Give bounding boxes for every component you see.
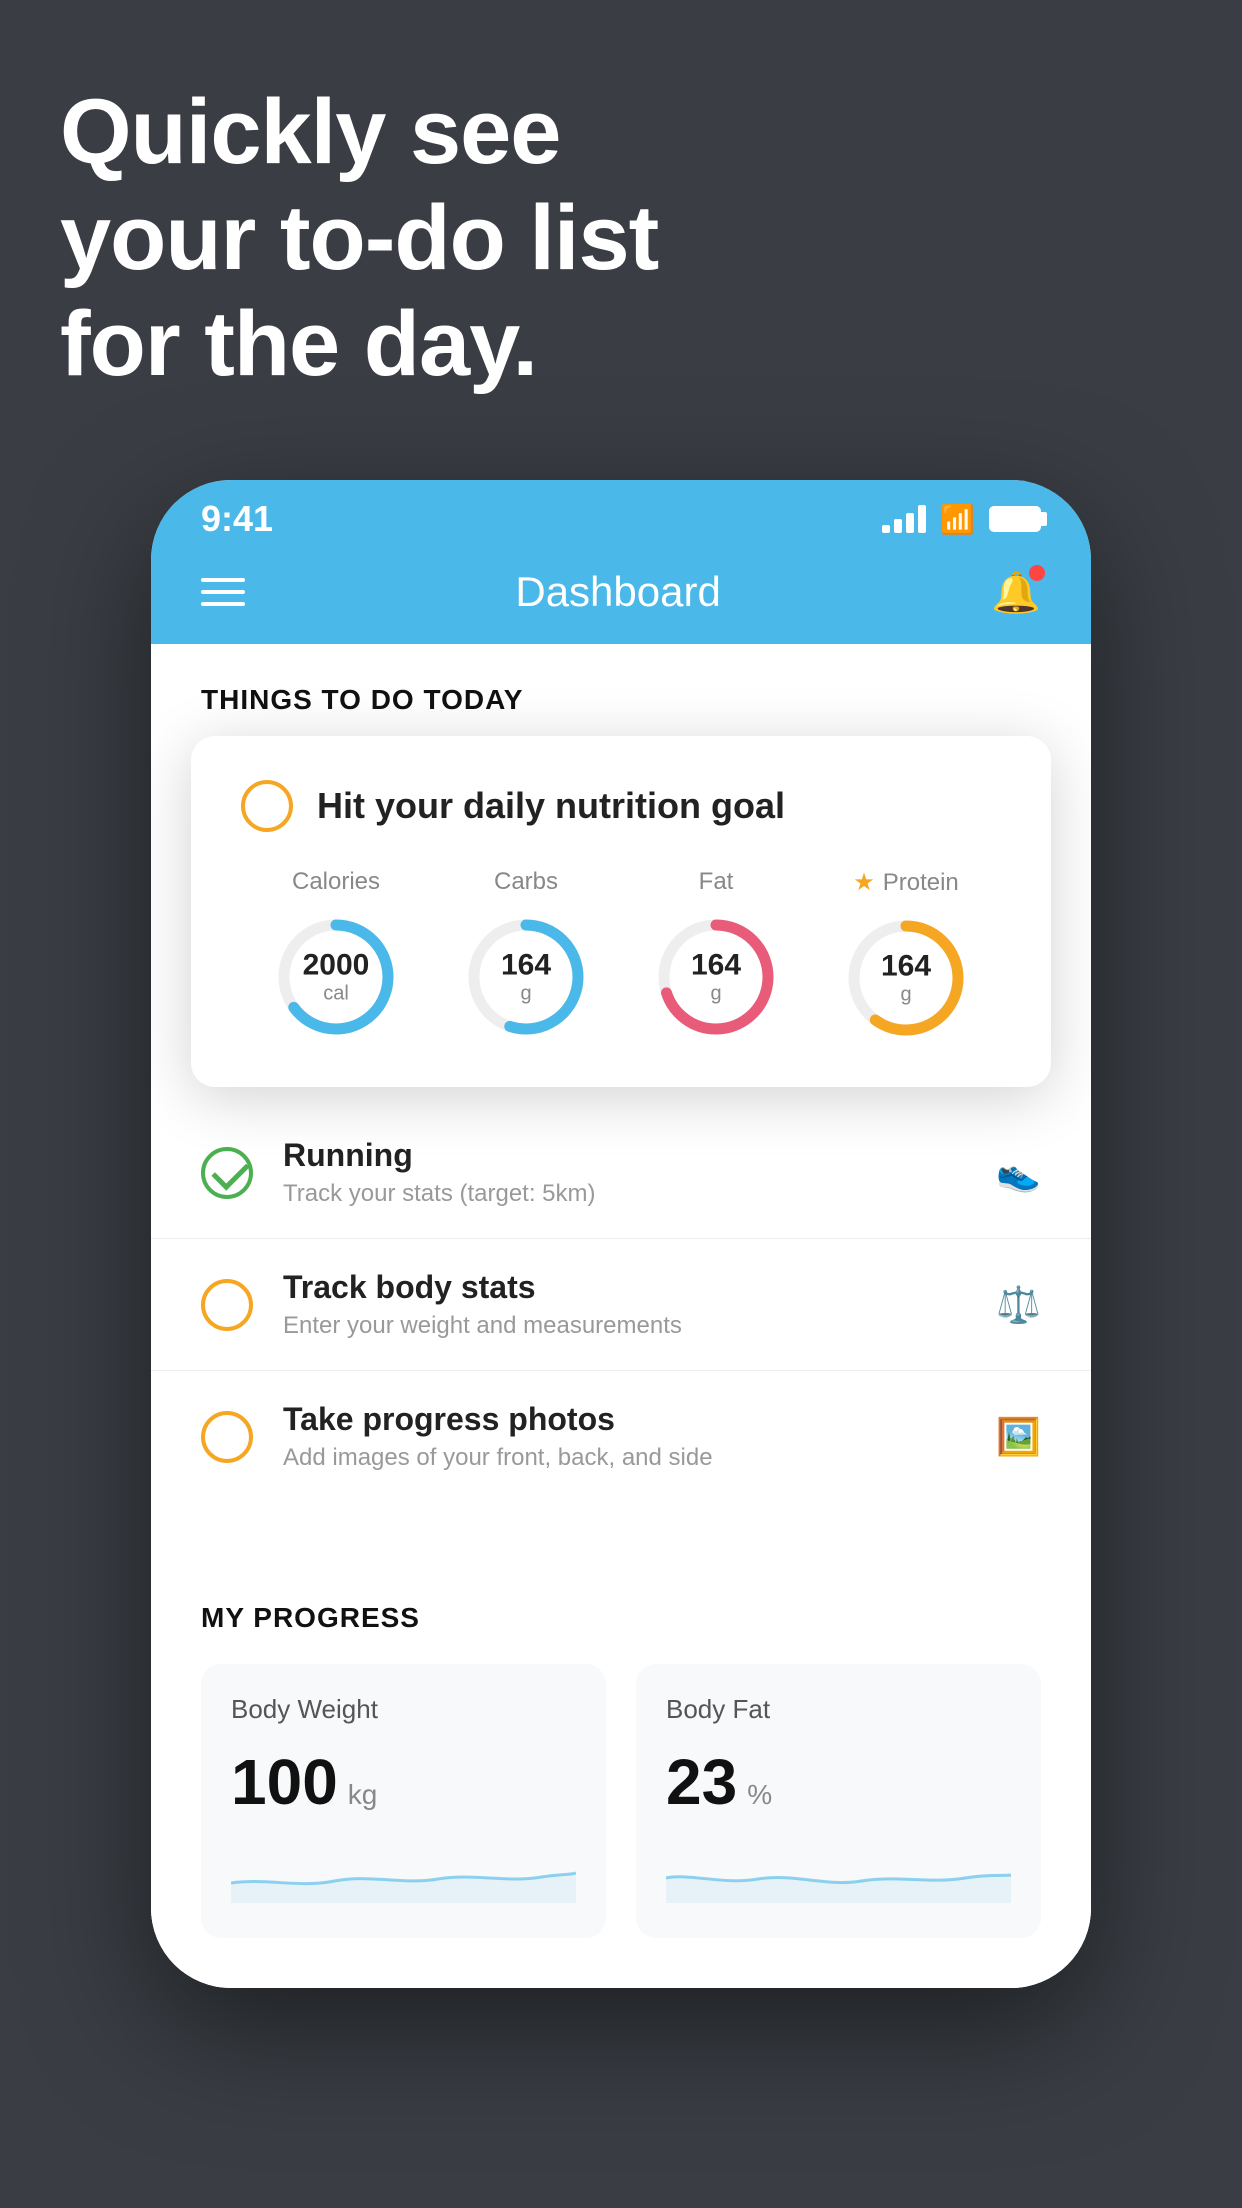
nutr-label-row: Carbs [494, 868, 558, 896]
header-title: Dashboard [515, 568, 720, 616]
todo-sub-running: Track your stats (target: 5km) [283, 1180, 966, 1208]
headline-line2: your to-do list [60, 187, 658, 289]
donut-unit: g [520, 983, 531, 1005]
progress-cards: Body Weight 100 kg Body Fat 23 % [201, 1664, 1041, 1988]
app-header: Dashboard 🔔 [151, 550, 1091, 644]
nutrition-item-fat: Fat 164 g [651, 868, 781, 1042]
todo-body-stats[interactable]: Track body stats Enter your weight and m… [151, 1239, 1091, 1371]
hamburger-menu[interactable] [201, 578, 245, 606]
nutrition-card-title: Hit your daily nutrition goal [317, 785, 785, 827]
donut-value: 164 [691, 949, 741, 983]
progress-section: MY PROGRESS Body Weight 100 kg Bod [151, 1562, 1091, 1988]
donut-unit: cal [323, 983, 349, 1005]
todo-title-body-stats: Track body stats [283, 1269, 966, 1306]
todo-sub-photos: Add images of your front, back, and side [283, 1444, 966, 1472]
status-icons: 📶 [882, 503, 1041, 536]
headline: Quickly see your to-do list for the day. [60, 80, 658, 397]
todo-check-running [201, 1147, 253, 1199]
donut-center: 164 g [881, 950, 931, 1007]
body-weight-value-row: 100 kg [231, 1745, 576, 1819]
star-icon: ★ [853, 868, 875, 897]
phone-mockup: 9:41 📶 Dashboard 🔔 THINGS TO DO TODAY [151, 480, 1091, 1988]
scale-icon: ⚖️ [996, 1284, 1041, 1326]
status-time: 9:41 [201, 498, 273, 540]
signal-icon [882, 505, 926, 533]
body-fat-card[interactable]: Body Fat 23 % [636, 1664, 1041, 1938]
donut-center: 2000 cal [303, 949, 370, 1006]
todo-title-photos: Take progress photos [283, 1401, 966, 1438]
headline-line1: Quickly see [60, 81, 560, 183]
notification-bell[interactable]: 🔔 [991, 569, 1041, 616]
body-weight-label: Body Weight [231, 1694, 576, 1725]
photo-icon: 🖼️ [996, 1416, 1041, 1458]
battery-icon [989, 506, 1041, 532]
todo-text-body-stats: Track body stats Enter your weight and m… [283, 1269, 966, 1340]
donut-value: 2000 [303, 949, 370, 983]
things-to-do-header: THINGS TO DO TODAY [151, 644, 1091, 736]
nutr-label: Protein [883, 869, 959, 897]
donut-value: 164 [501, 949, 551, 983]
donut-unit: g [900, 984, 911, 1006]
nutrition-item-protein: ★ Protein 164 g [841, 868, 971, 1043]
todo-text-photos: Take progress photos Add images of your … [283, 1401, 966, 1472]
nutr-label: Fat [699, 868, 734, 896]
nutr-label: Carbs [494, 868, 558, 896]
phone-body: THINGS TO DO TODAY Hit your daily nutrit… [151, 644, 1091, 1988]
nutr-label-row: ★ Protein [853, 868, 959, 897]
todo-progress-photos[interactable]: Take progress photos Add images of your … [151, 1371, 1091, 1502]
body-weight-unit: kg [348, 1779, 378, 1811]
donut-carbs: 164 g [461, 912, 591, 1042]
body-fat-value: 23 [666, 1745, 737, 1819]
wifi-icon: 📶 [940, 503, 975, 536]
donut-fat: 164 g [651, 912, 781, 1042]
nutr-label-row: Calories [292, 868, 380, 896]
donut-unit: g [710, 983, 721, 1005]
body-weight-chart [231, 1843, 576, 1903]
donut-value: 164 [881, 950, 931, 984]
body-weight-value: 100 [231, 1745, 338, 1819]
nutrition-circles: Calories 2000 cal Carbs [241, 868, 1001, 1043]
body-fat-chart [666, 1843, 1011, 1903]
todo-check-photos [201, 1411, 253, 1463]
card-title-row: Hit your daily nutrition goal [241, 780, 1001, 832]
nutr-label-row: Fat [699, 868, 734, 896]
notification-dot [1029, 565, 1045, 581]
donut-protein: 164 g [841, 913, 971, 1043]
shoe-icon: 👟 [996, 1152, 1041, 1194]
todo-running[interactable]: Running Track your stats (target: 5km) 👟 [151, 1107, 1091, 1239]
nutr-label: Calories [292, 868, 380, 896]
nutrition-item-calories: Calories 2000 cal [271, 868, 401, 1042]
progress-title: MY PROGRESS [201, 1602, 1041, 1634]
nutrition-item-carbs: Carbs 164 g [461, 868, 591, 1042]
body-fat-value-row: 23 % [666, 1745, 1011, 1819]
donut-calories: 2000 cal [271, 912, 401, 1042]
todo-text-running: Running Track your stats (target: 5km) [283, 1137, 966, 1208]
donut-center: 164 g [501, 949, 551, 1006]
todo-check-body-stats [201, 1279, 253, 1331]
body-weight-card[interactable]: Body Weight 100 kg [201, 1664, 606, 1938]
body-fat-unit: % [747, 1779, 772, 1811]
nutrition-check-circle[interactable] [241, 780, 293, 832]
status-bar: 9:41 📶 [151, 480, 1091, 550]
nutrition-card[interactable]: Hit your daily nutrition goal Calories 2… [191, 736, 1051, 1087]
body-fat-label: Body Fat [666, 1694, 1011, 1725]
donut-center: 164 g [691, 949, 741, 1006]
todo-title-running: Running [283, 1137, 966, 1174]
headline-line3: for the day. [60, 293, 537, 395]
todo-sub-body-stats: Enter your weight and measurements [283, 1312, 966, 1340]
